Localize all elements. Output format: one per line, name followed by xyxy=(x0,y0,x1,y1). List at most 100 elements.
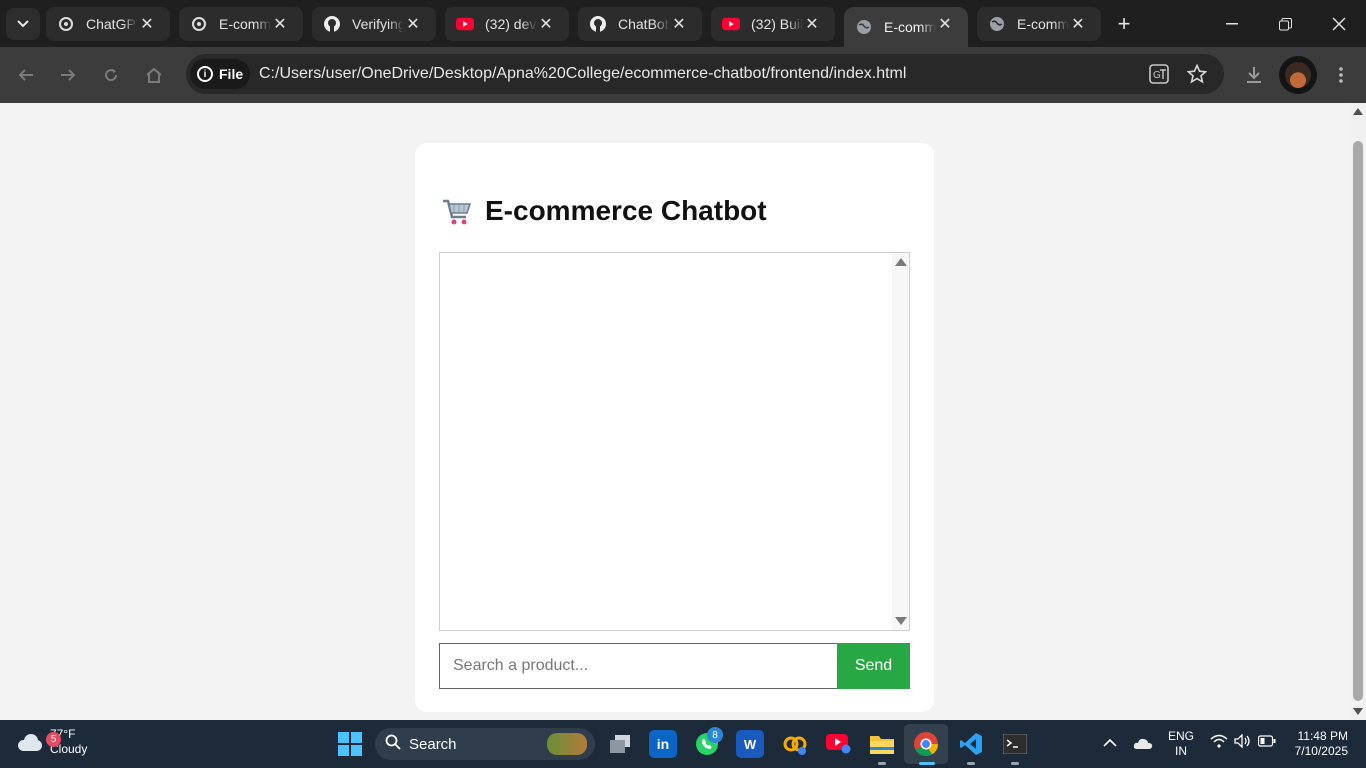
youtube-icon xyxy=(722,15,740,33)
onedrive-icon[interactable] xyxy=(1133,736,1153,752)
youtube-icon xyxy=(456,15,474,33)
tab-title: Verifying xyxy=(352,16,404,32)
tab-title: ChatGPT xyxy=(86,16,138,32)
globe-icon xyxy=(988,15,1006,33)
plus-icon: + xyxy=(1117,11,1131,36)
bookmark-star-icon[interactable] xyxy=(1185,63,1209,85)
scroll-up-arrow-icon[interactable] xyxy=(895,258,907,266)
page-scrollbar[interactable] xyxy=(1350,103,1366,720)
weather-widget[interactable]: 5 77°F Cloudy xyxy=(16,727,87,757)
chevron-up-icon[interactable] xyxy=(1103,734,1117,750)
close-tab-icon[interactable]: ✕ xyxy=(670,15,688,33)
search-product-input[interactable] xyxy=(439,643,838,689)
tab-ecommerce-active[interactable]: E-commerce ✕ xyxy=(844,7,968,47)
wifi-icon[interactable] xyxy=(1210,734,1228,751)
chat-messages-area[interactable] xyxy=(439,252,910,631)
clock-time: 11:48 PM xyxy=(1297,729,1348,743)
chrome-taskbar-icon[interactable] xyxy=(904,724,948,764)
weather-badge: 5 xyxy=(46,732,61,747)
battery-icon[interactable] xyxy=(1257,734,1276,750)
scroll-up-arrow-icon[interactable] xyxy=(1353,108,1363,115)
chat-scrollbar[interactable] xyxy=(892,253,909,630)
vscode-icon[interactable] xyxy=(957,730,985,758)
send-button[interactable]: Send xyxy=(837,643,910,689)
close-tab-icon[interactable]: ✕ xyxy=(138,15,156,33)
close-tab-icon[interactable]: ✕ xyxy=(404,15,422,33)
home-button[interactable] xyxy=(140,61,168,89)
scroll-down-arrow-icon[interactable] xyxy=(1353,708,1363,715)
youtube-app-icon[interactable] xyxy=(825,730,853,758)
tab-title: ChatBot xyxy=(618,16,669,32)
search-highlight-illustration xyxy=(547,733,587,755)
close-tab-icon[interactable]: ✕ xyxy=(271,15,289,33)
tab-chatbot-github[interactable]: ChatBot ✕ xyxy=(578,7,702,41)
translate-icon[interactable]: G xyxy=(1147,63,1171,85)
site-info-label: File xyxy=(219,66,244,82)
shopping-cart-icon xyxy=(441,195,473,227)
language-indicator[interactable]: ENG IN xyxy=(1168,729,1194,759)
profile-avatar-button[interactable] xyxy=(1279,56,1317,94)
page-title-text: E-commerce Chatbot xyxy=(485,195,767,226)
tab-title: (32) dev xyxy=(485,16,537,32)
globe-icon xyxy=(855,18,873,36)
cloud-icon xyxy=(16,732,44,752)
system-clock[interactable]: 11:48 PM 7/10/2025 xyxy=(1288,729,1348,759)
forward-button[interactable] xyxy=(54,61,82,89)
back-button[interactable] xyxy=(12,61,40,89)
github-icon xyxy=(589,15,607,33)
colab-chrome-icon[interactable] xyxy=(781,730,809,758)
new-tab-button[interactable]: + xyxy=(1110,10,1138,38)
windows-start-icon[interactable] xyxy=(338,732,362,756)
close-tab-icon[interactable]: ✕ xyxy=(803,15,821,33)
reload-button[interactable] xyxy=(97,61,125,89)
volume-icon[interactable] xyxy=(1234,733,1252,751)
taskbar-search-label: Search xyxy=(409,735,457,753)
tab-chatgpt[interactable]: ChatGPT ✕ xyxy=(46,7,170,41)
close-window-button[interactable] xyxy=(1325,10,1353,38)
openai-icon xyxy=(57,15,75,33)
github-icon xyxy=(323,15,341,33)
svg-text:G: G xyxy=(1153,70,1161,81)
search-icon xyxy=(385,734,401,755)
restore-button[interactable] xyxy=(1271,10,1299,38)
clock-date: 7/10/2025 xyxy=(1294,744,1348,758)
openai-icon xyxy=(190,15,208,33)
url-text[interactable]: C:/Users/user/OneDrive/Desktop/Apna%20Co… xyxy=(259,65,906,83)
tab-ecommerce-1[interactable]: E-commerce ✕ xyxy=(179,7,303,41)
chatbot-card: E-commerce Chatbot Send xyxy=(415,143,934,712)
terminal-icon[interactable] xyxy=(1001,730,1029,758)
tab-verifying[interactable]: Verifying ✕ xyxy=(312,7,436,41)
close-tab-icon[interactable]: ✕ xyxy=(936,15,954,33)
info-icon: i xyxy=(197,66,213,82)
task-view-icon[interactable] xyxy=(606,730,634,758)
address-bar[interactable]: i File C:/Users/user/OneDrive/Desktop/Ap… xyxy=(186,54,1224,94)
scroll-down-arrow-icon[interactable] xyxy=(895,617,907,625)
browser-tab-strip: ChatGPT ✕ E-commerce ✕ Verifying ✕ (32) … xyxy=(0,0,1366,47)
taskbar-search[interactable]: Search xyxy=(375,728,595,760)
linkedin-icon[interactable]: in xyxy=(649,730,677,758)
site-info-chip[interactable]: i File xyxy=(190,59,250,89)
file-explorer-icon[interactable] xyxy=(868,730,896,758)
tab-search-button[interactable] xyxy=(6,8,40,40)
scrollbar-thumb[interactable] xyxy=(1353,141,1363,701)
browser-toolbar: i File C:/Users/user/OneDrive/Desktop/Ap… xyxy=(0,47,1366,103)
close-tab-icon[interactable]: ✕ xyxy=(1069,15,1087,33)
tab-title: E-commerce xyxy=(219,16,271,32)
page-title: E-commerce Chatbot xyxy=(441,195,767,227)
tab-title: (32) Build xyxy=(751,16,803,32)
download-icon[interactable] xyxy=(1241,62,1267,88)
minimize-button[interactable] xyxy=(1218,10,1246,38)
menu-kebab-icon[interactable] xyxy=(1328,62,1354,88)
page-viewport: E-commerce Chatbot Send xyxy=(0,103,1350,720)
chevron-down-icon xyxy=(17,17,29,31)
close-tab-icon[interactable]: ✕ xyxy=(537,15,555,33)
whatsapp-badge: 8 xyxy=(707,727,723,743)
tab-youtube-dev[interactable]: (32) dev ✕ xyxy=(445,7,569,41)
avatar xyxy=(1285,62,1311,88)
windows-taskbar: 5 77°F Cloudy Search in 8 W ENG IN 11:48… xyxy=(0,720,1366,768)
word-icon[interactable]: W xyxy=(736,730,764,758)
tab-ecommerce-2[interactable]: E-commerce ✕ xyxy=(977,7,1101,41)
tab-youtube-build[interactable]: (32) Build ✕ xyxy=(711,7,835,41)
tab-title: E-commerce xyxy=(1017,16,1069,32)
tab-title: E-commerce xyxy=(884,19,936,35)
